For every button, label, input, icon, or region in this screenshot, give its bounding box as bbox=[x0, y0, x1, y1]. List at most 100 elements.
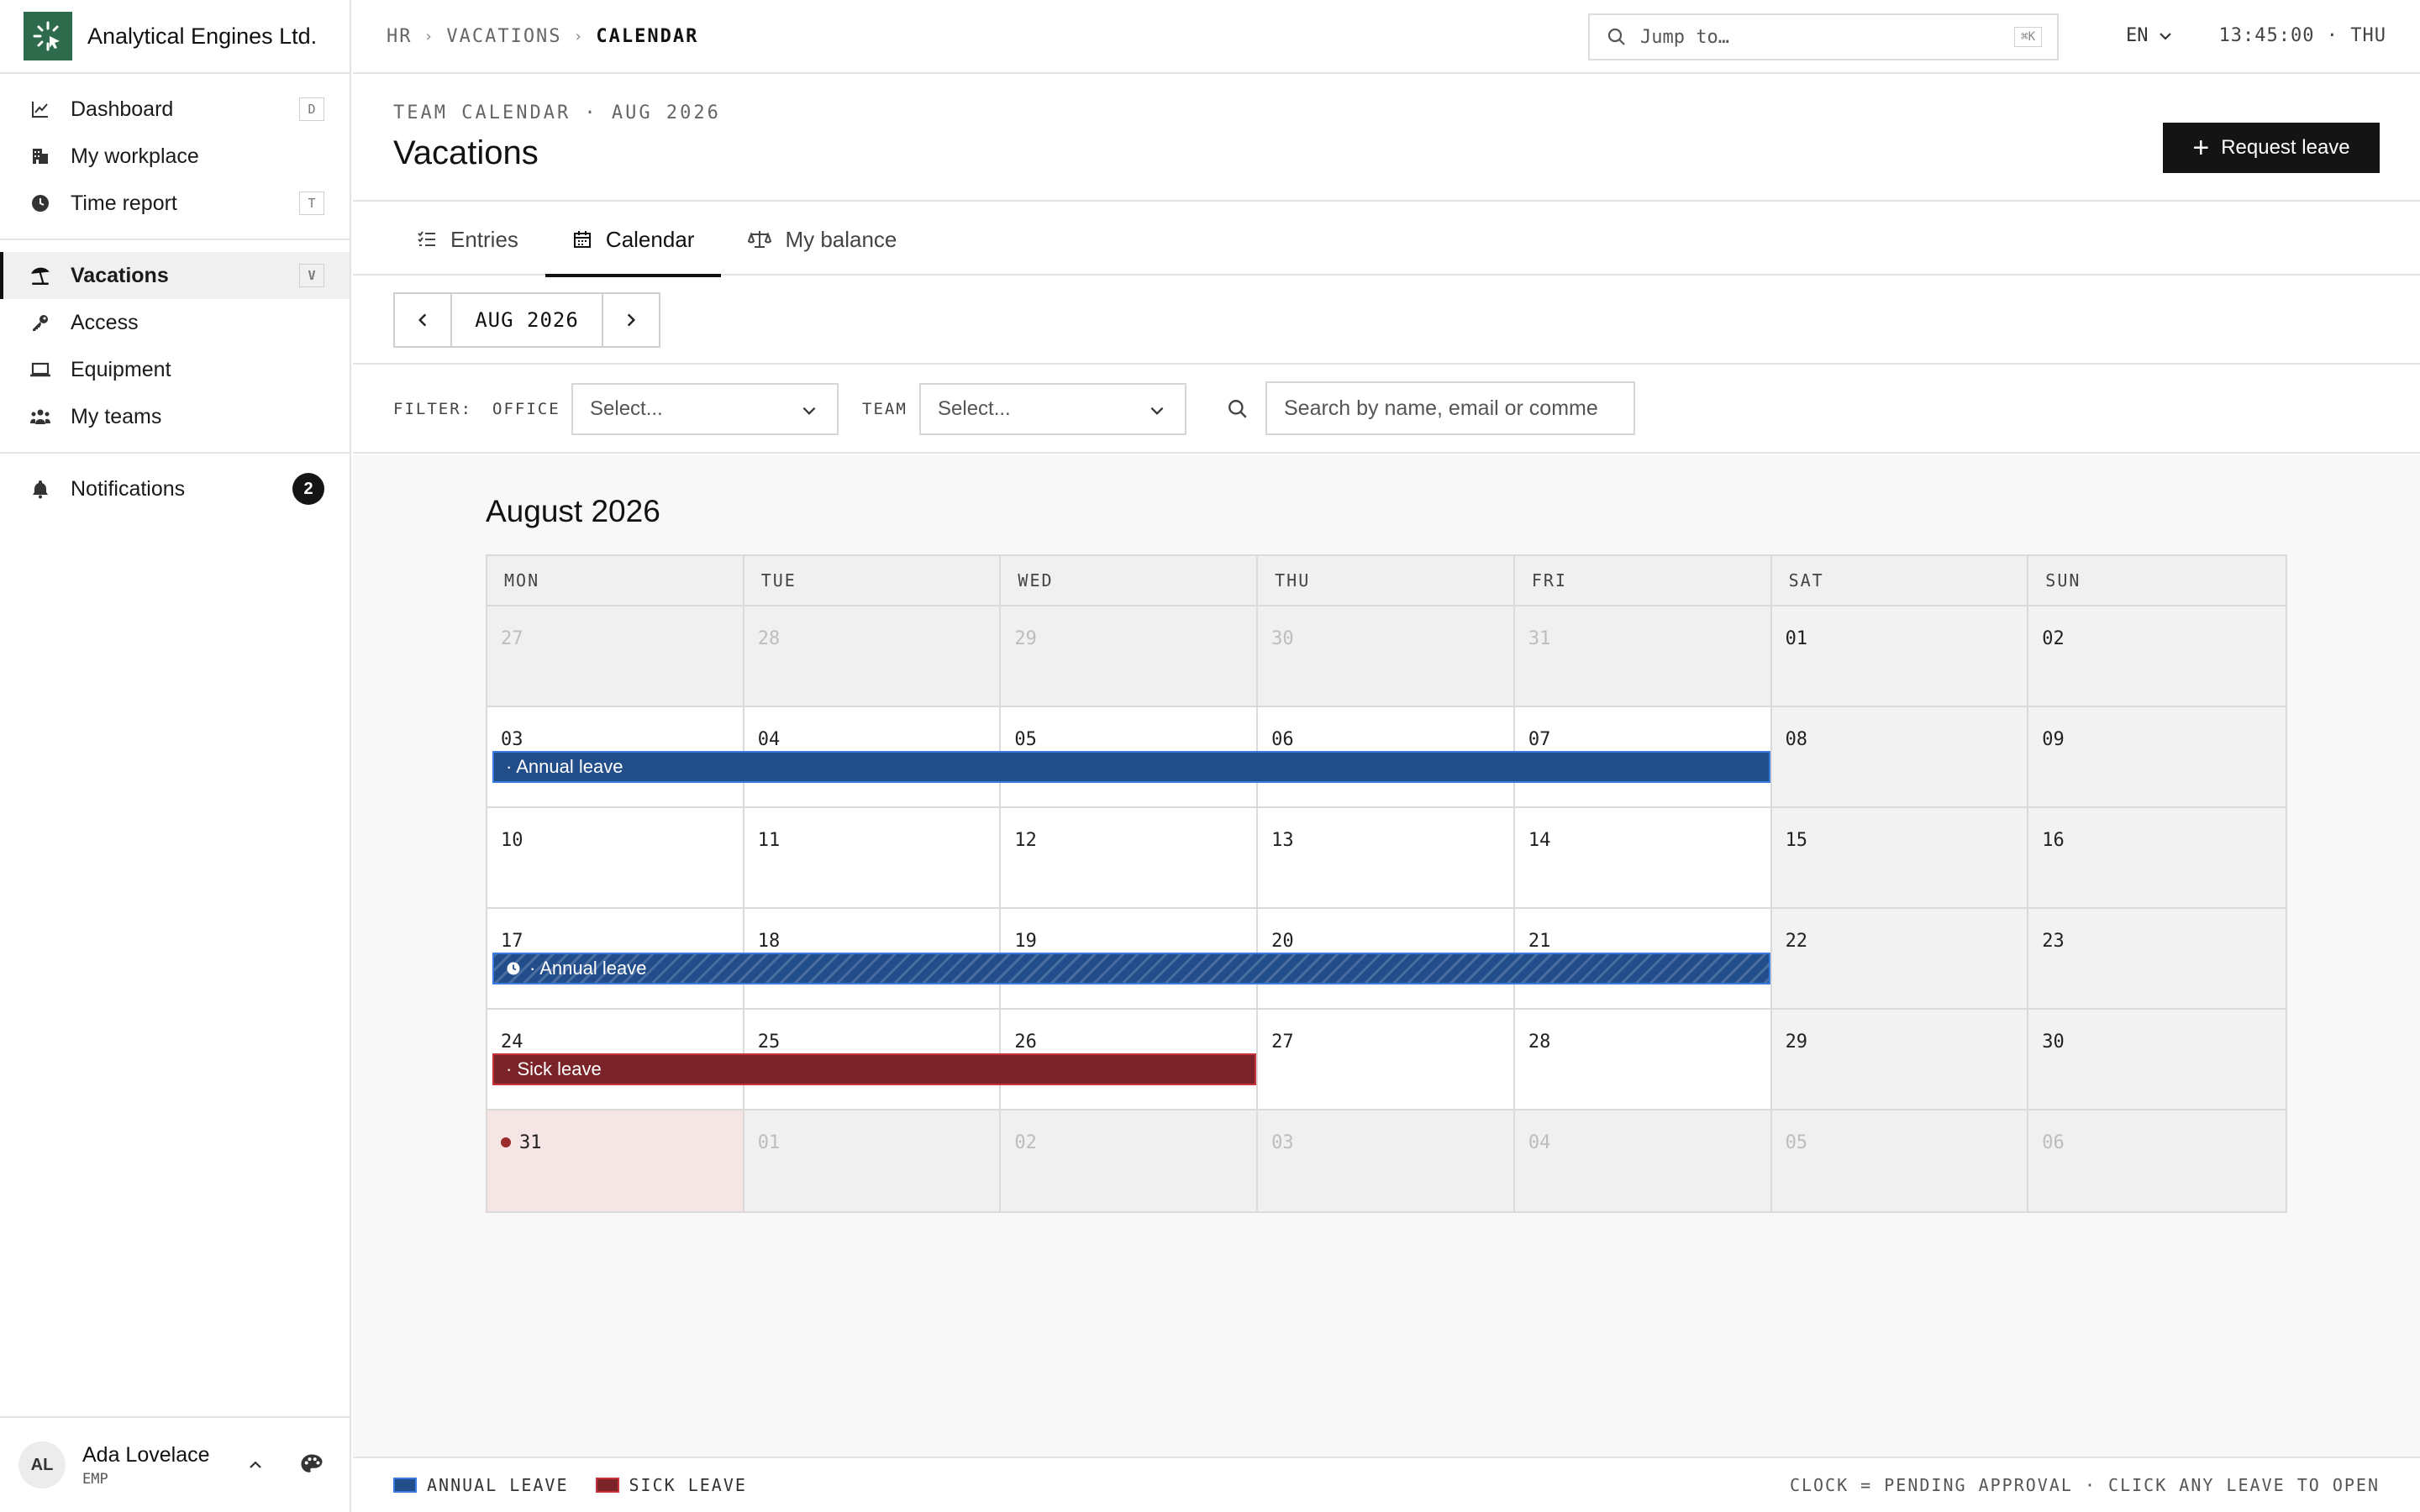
breadcrumb-separator-icon: › bbox=[424, 27, 435, 45]
annual-leave-bar[interactable]: · Annual leave bbox=[492, 751, 1770, 783]
calendar-week-row: 27 28 29 30 31 01 02 bbox=[487, 606, 2286, 707]
page-title: Vacations bbox=[393, 134, 539, 171]
day-number: 01 bbox=[757, 1132, 781, 1153]
calendar-day[interactable]: 11 bbox=[744, 808, 1002, 907]
calendar-day[interactable]: 27 bbox=[1258, 1010, 1515, 1109]
user-menu[interactable]: AL Ada Lovelace EMP bbox=[0, 1416, 350, 1512]
calendar-day[interactable]: 03 bbox=[1258, 1110, 1515, 1211]
palette-icon[interactable] bbox=[299, 1452, 324, 1478]
team-select[interactable]: Select... bbox=[919, 383, 1186, 435]
nav-group-primary: Dashboard D My workplace Time report T bbox=[0, 74, 350, 240]
jump-to-search[interactable]: Jump to… ⌘K bbox=[1588, 13, 2059, 60]
search-icon bbox=[1607, 27, 1627, 47]
day-number: 30 bbox=[1271, 628, 1294, 649]
sidebar-item-label: Time report bbox=[71, 191, 177, 215]
calendar-day[interactable]: 28 bbox=[744, 606, 1002, 706]
sidebar-item-notifications[interactable]: Notifications 2 bbox=[0, 465, 350, 512]
chevron-up-icon[interactable] bbox=[247, 1457, 264, 1473]
calendar-day[interactable]: 22 bbox=[1771, 909, 2029, 1008]
calendar-day[interactable]: 01 bbox=[744, 1110, 1002, 1211]
shortcut-key-hint: D bbox=[299, 97, 324, 121]
request-leave-button[interactable]: + Request leave bbox=[2163, 123, 2380, 173]
day-number: 08 bbox=[1785, 729, 1808, 750]
calendar-day[interactable]: 29 bbox=[1771, 1010, 2029, 1109]
calendar-day[interactable]: 30 bbox=[2028, 1010, 2286, 1109]
calendar-day[interactable]: 01 bbox=[1771, 606, 2029, 706]
current-month-label[interactable]: AUG 2026 bbox=[450, 294, 603, 346]
annual-leave-bar[interactable]: · Annual leave bbox=[492, 953, 1770, 984]
day-number: 18 bbox=[757, 931, 781, 952]
calendar-day[interactable]: 14 bbox=[1514, 808, 1772, 907]
calendar-day[interactable]: 12 bbox=[1001, 808, 1259, 907]
search-input[interactable]: Search by name, email or comme bbox=[1265, 381, 1635, 435]
sidebar-item-equipment[interactable]: Equipment bbox=[0, 346, 350, 393]
office-select[interactable]: Select... bbox=[571, 383, 839, 435]
day-number: 30 bbox=[2042, 1032, 2065, 1053]
calendar-day[interactable]: 10 bbox=[487, 808, 744, 907]
previous-month-button[interactable] bbox=[395, 294, 450, 346]
calendar-day[interactable]: 28 bbox=[1514, 1010, 1772, 1109]
sidebar-item-my-workplace[interactable]: My workplace bbox=[0, 133, 350, 180]
day-number: 25 bbox=[757, 1032, 781, 1053]
plus-icon: + bbox=[2192, 132, 2210, 164]
sidebar-item-vacations[interactable]: Vacations V bbox=[0, 252, 350, 299]
next-month-button[interactable] bbox=[603, 294, 659, 346]
sick-leave-bar[interactable]: · Sick leave bbox=[492, 1053, 1257, 1085]
day-number: 31 bbox=[1528, 628, 1551, 649]
calendar-day[interactable]: 30 bbox=[1258, 606, 1515, 706]
calendar-day[interactable]: 23 bbox=[2028, 909, 2286, 1008]
shortcut-key-hint: T bbox=[299, 192, 324, 215]
sidebar-item-access[interactable]: Access bbox=[0, 299, 350, 346]
calendar-day[interactable]: 04 bbox=[1514, 1110, 1772, 1211]
tab-my-balance[interactable]: My balance bbox=[721, 203, 923, 276]
calendar-day-today[interactable]: 31 bbox=[487, 1110, 744, 1211]
brand[interactable]: Analytical Engines Ltd. bbox=[0, 0, 350, 74]
day-number: 09 bbox=[2042, 729, 2065, 750]
calendar-day[interactable]: 05 bbox=[1771, 1110, 2029, 1211]
brand-name: Analytical Engines Ltd. bbox=[87, 23, 318, 49]
calendar-day[interactable]: 15 bbox=[1771, 808, 2029, 907]
day-number: 12 bbox=[1014, 830, 1037, 851]
breadcrumb-hr[interactable]: HR bbox=[387, 26, 413, 47]
chevron-left-icon bbox=[413, 311, 432, 329]
calendar-day[interactable]: 27 bbox=[487, 606, 744, 706]
day-number: 23 bbox=[2042, 931, 2065, 952]
calendar-day[interactable]: 16 bbox=[2028, 808, 2286, 907]
filter-label: FILTER: bbox=[393, 400, 473, 418]
notification-count-badge: 2 bbox=[292, 473, 324, 505]
calendar-day[interactable]: 02 bbox=[2028, 606, 2286, 706]
calendar-week-row: 31 01 02 03 04 05 06 bbox=[487, 1110, 2286, 1211]
tab-calendar[interactable]: Calendar bbox=[544, 203, 722, 277]
day-number: 11 bbox=[757, 830, 781, 851]
calendar-day[interactable]: 09 bbox=[2028, 707, 2286, 806]
day-number: 27 bbox=[1271, 1032, 1294, 1053]
calendar-day[interactable]: 02 bbox=[1001, 1110, 1259, 1211]
sidebar-item-dashboard[interactable]: Dashboard D bbox=[0, 86, 350, 133]
tab-entries[interactable]: Entries bbox=[390, 203, 545, 276]
day-number: 29 bbox=[1014, 628, 1037, 649]
calendar-area: August 2026 MON TUE WED THU FRI SAT SUN 27 28 29… bbox=[353, 455, 2420, 1457]
search-icon bbox=[1227, 398, 1249, 424]
calendar-day[interactable]: 29 bbox=[1001, 606, 1259, 706]
sidebar-item-time-report[interactable]: Time report T bbox=[0, 180, 350, 227]
day-number: 22 bbox=[1785, 931, 1808, 952]
day-number: 06 bbox=[1271, 729, 1294, 750]
day-number: 20 bbox=[1271, 931, 1294, 952]
chevron-down-icon bbox=[2157, 28, 2174, 45]
breadcrumb-vacations[interactable]: VACATIONS bbox=[446, 26, 561, 47]
language-select[interactable]: EN bbox=[2126, 25, 2174, 46]
office-label: OFFICE bbox=[492, 400, 560, 418]
calendar-day[interactable]: 08 bbox=[1771, 707, 2029, 806]
day-number: 04 bbox=[757, 729, 781, 750]
day-number: 16 bbox=[2042, 830, 2065, 851]
tab-label: Calendar bbox=[605, 226, 695, 252]
calendar-day[interactable]: 06 bbox=[2028, 1110, 2286, 1211]
sidebar-item-label: Equipment bbox=[71, 357, 171, 381]
sidebar-item-my-teams[interactable]: My teams bbox=[0, 393, 350, 440]
leave-label: · Annual leave bbox=[506, 756, 623, 777]
legend-label: SICK LEAVE bbox=[629, 1475, 747, 1495]
breadcrumb-calendar: CALENDAR bbox=[596, 25, 699, 47]
calendar-day[interactable]: 13 bbox=[1258, 808, 1515, 907]
calendar-day[interactable]: 31 bbox=[1514, 606, 1772, 706]
day-number: 02 bbox=[1014, 1132, 1037, 1153]
